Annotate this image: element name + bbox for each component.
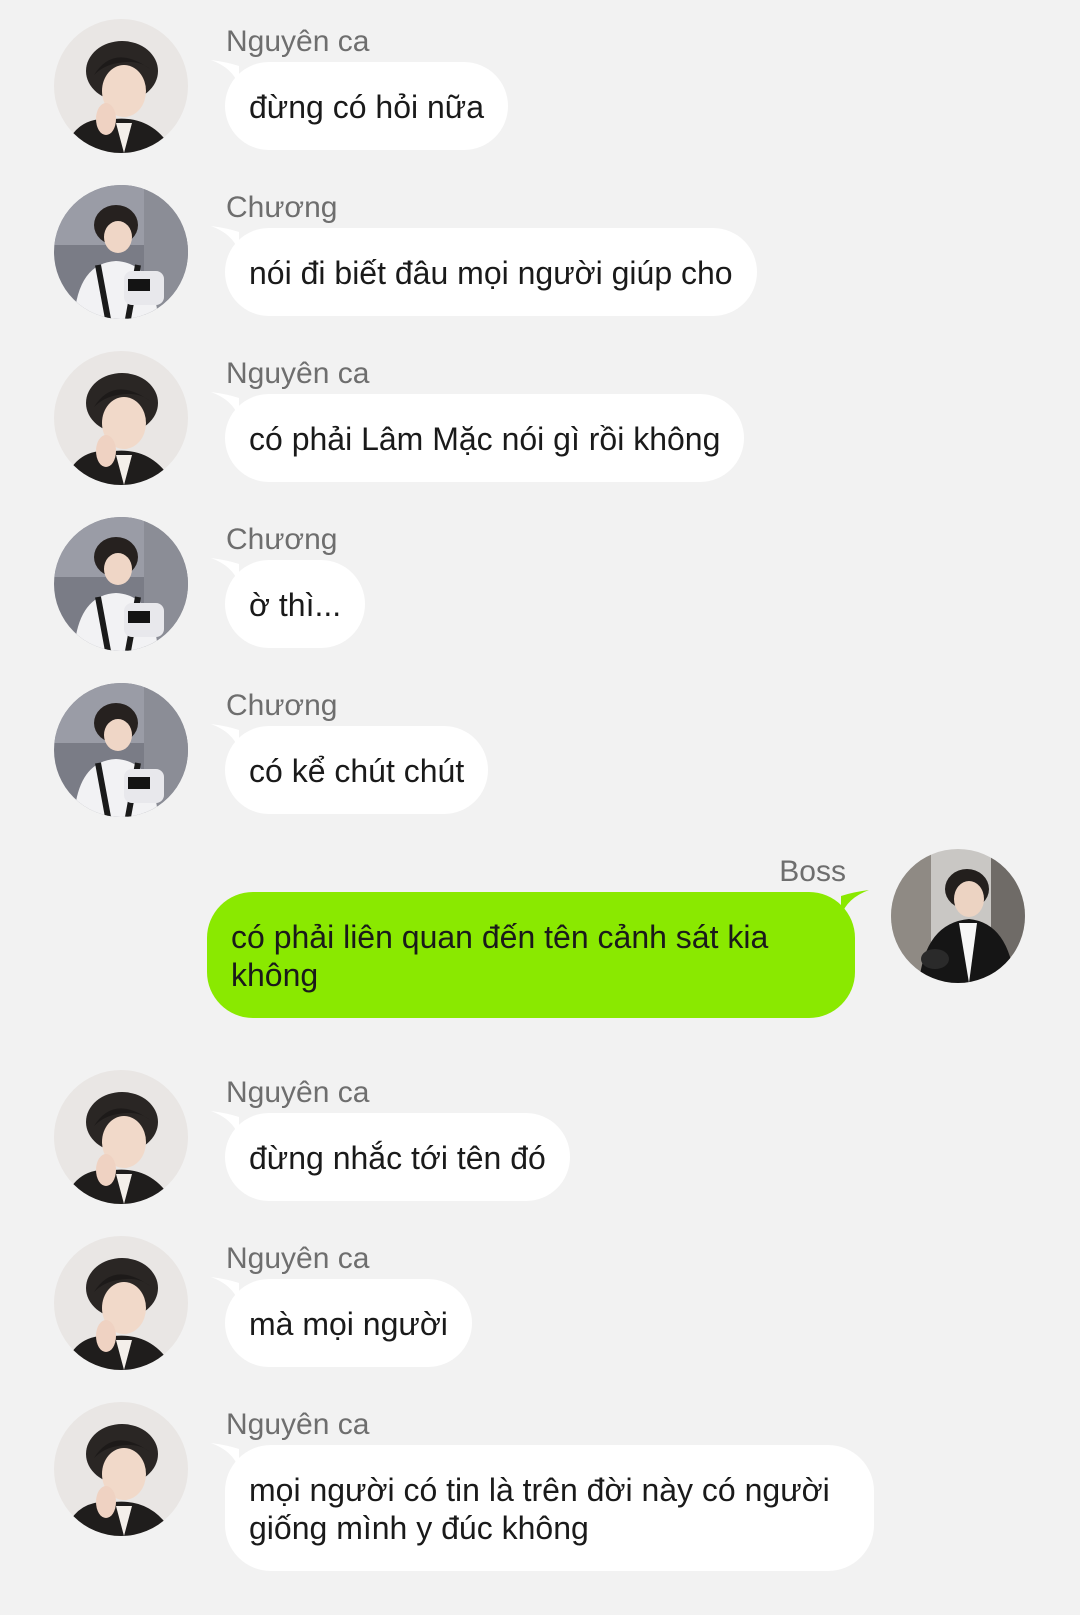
- chat-message-row: Chương nói đi biết đâu mọi người giúp ch…: [0, 166, 1080, 332]
- sender-name: Nguyên ca: [226, 1076, 370, 1109]
- chuong-avatar[interactable]: [54, 517, 188, 651]
- message-bubble[interactable]: mọi người có tin là trên đời này có ngườ…: [225, 1445, 874, 1571]
- boss-avatar[interactable]: [891, 849, 1025, 983]
- sender-name: Nguyên ca: [226, 357, 370, 390]
- sender-name: Chương: [226, 523, 338, 556]
- chat-message-row: Boss có phải liên quan đến tên cảnh sát …: [0, 830, 1080, 1052]
- sender-name: Chương: [226, 191, 338, 224]
- nguyen-ca-avatar[interactable]: [54, 1236, 188, 1370]
- chat-message-row: Nguyên ca có phải Lâm Mặc nói gì rồi khô…: [0, 332, 1080, 498]
- chat-message-row: Nguyên ca mọi người có tin là trên đời n…: [0, 1383, 1080, 1615]
- chat-message-row: Chương có kể chút chút: [0, 664, 1080, 830]
- chat-message-row: Chương ờ thì...: [0, 498, 1080, 664]
- sender-name: Nguyên ca: [226, 1408, 370, 1441]
- chat-thread: Nguyên ca đừng có hỏi nữa Chương nói đi: [0, 0, 1080, 1615]
- message-bubble[interactable]: ờ thì...: [225, 560, 366, 648]
- sender-name: Boss: [779, 855, 846, 888]
- nguyen-ca-avatar[interactable]: [54, 1070, 188, 1204]
- chat-message-row: Nguyên ca đừng nhắc tới tên đó: [0, 1051, 1080, 1217]
- sender-name: Nguyên ca: [226, 25, 370, 58]
- chuong-avatar[interactable]: [54, 683, 188, 817]
- nguyen-ca-avatar[interactable]: [54, 351, 188, 485]
- sender-name: Nguyên ca: [226, 1242, 370, 1275]
- nguyen-ca-avatar[interactable]: [54, 19, 188, 153]
- nguyen-ca-avatar[interactable]: [54, 1402, 188, 1536]
- message-bubble[interactable]: có phải liên quan đến tên cảnh sát kia k…: [207, 892, 855, 1018]
- message-bubble[interactable]: có phải Lâm Mặc nói gì rồi không: [225, 394, 745, 482]
- chat-message-row: Nguyên ca đừng có hỏi nữa: [0, 0, 1080, 166]
- chuong-avatar[interactable]: [54, 185, 188, 319]
- message-bubble[interactable]: mà mọi người: [225, 1279, 472, 1367]
- message-bubble[interactable]: đừng nhắc tới tên đó: [225, 1113, 570, 1201]
- chat-message-row: Nguyên ca mà mọi người: [0, 1217, 1080, 1383]
- sender-name: Chương: [226, 689, 338, 722]
- message-bubble[interactable]: nói đi biết đâu mọi người giúp cho: [225, 228, 757, 316]
- message-bubble[interactable]: có kể chút chút: [225, 726, 489, 814]
- message-bubble[interactable]: đừng có hỏi nữa: [225, 62, 508, 150]
